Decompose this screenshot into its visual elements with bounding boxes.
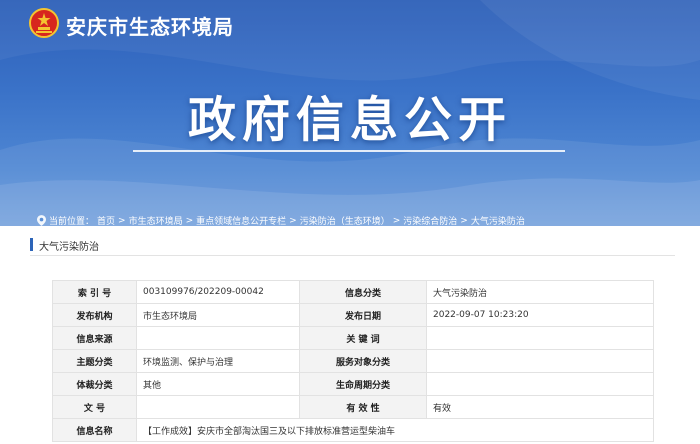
publisher-label: 发布机构 bbox=[52, 303, 137, 327]
publisher-value: 市生态环境局 bbox=[136, 303, 300, 327]
breadcrumb-prefix: 当前位置： bbox=[49, 217, 95, 227]
keywords-value bbox=[426, 326, 654, 350]
breadcrumb-separator: > bbox=[118, 215, 126, 226]
table-row: 发布机构 市生态环境局 发布日期 2022-09-07 10:23:20 bbox=[52, 303, 654, 327]
table-row: 主题分类 环境监测、保护与治理 服务对象分类 bbox=[52, 349, 654, 373]
publish-date-value: 2022-09-07 10:23:20 bbox=[426, 303, 654, 327]
info-source-value bbox=[136, 326, 300, 350]
index-number-value: 003109976/202209-00042 bbox=[136, 280, 300, 304]
table-row: 体裁分类 其他 生命周期分类 bbox=[52, 372, 654, 396]
banner-divider bbox=[133, 150, 565, 152]
column-title: 大气污染防治 bbox=[39, 242, 99, 253]
breadcrumb-comprehensive-control[interactable]: 污染综合防治 bbox=[403, 214, 457, 227]
info-name-value: 【工作成效】安庆市全部淘汰国三及以下排放标准营运型柴油车 bbox=[136, 418, 654, 442]
breadcrumb-separator: > bbox=[460, 215, 468, 226]
topic-category-value: 环境监测、保护与治理 bbox=[136, 349, 300, 373]
breadcrumb-separator: > bbox=[289, 215, 297, 226]
site-name[interactable]: 安庆市生态环境局 bbox=[66, 11, 234, 40]
genre-category-label: 体裁分类 bbox=[52, 372, 137, 396]
table-row: 文 号 有 效 性 有效 bbox=[52, 395, 654, 419]
breadcrumb-separator: > bbox=[392, 215, 401, 226]
column-header: 大气污染防治 bbox=[30, 233, 675, 256]
info-name-label: 信息名称 bbox=[52, 418, 137, 442]
breadcrumb-home[interactable]: 首页 bbox=[97, 214, 115, 227]
breadcrumb-current[interactable]: 大气污染防治 bbox=[471, 214, 525, 227]
keywords-label: 关 键 词 bbox=[299, 326, 427, 350]
info-category-value: 大气污染防治 bbox=[426, 280, 654, 304]
index-number-label: 索 引 号 bbox=[52, 280, 137, 304]
table-row: 索 引 号 003109976/202209-00042 信息分类 大气污染防治 bbox=[52, 280, 654, 304]
topic-category-label: 主题分类 bbox=[52, 349, 137, 373]
lifecycle-category-label: 生命周期分类 bbox=[299, 372, 427, 396]
banner-title: 政府信息公开 bbox=[187, 92, 512, 148]
info-category-label: 信息分类 bbox=[299, 280, 427, 304]
column-accent-bar bbox=[30, 238, 33, 251]
national-emblem-icon bbox=[29, 8, 59, 38]
lifecycle-category-value bbox=[426, 372, 654, 396]
document-number-label: 文 号 bbox=[52, 395, 137, 419]
breadcrumb-bureau[interactable]: 市生态环境局 bbox=[129, 214, 183, 227]
table-row: 信息名称 【工作成效】安庆市全部淘汰国三及以下排放标准营运型柴油车 bbox=[52, 418, 654, 442]
validity-label: 有 效 性 bbox=[299, 395, 427, 419]
genre-category-value: 其他 bbox=[136, 372, 300, 396]
service-target-label: 服务对象分类 bbox=[299, 349, 427, 373]
page-banner: 安庆市生态环境局 政府信息公开 bbox=[0, 0, 700, 226]
breadcrumb-separator: > bbox=[185, 215, 194, 226]
validity-value: 有效 bbox=[426, 395, 654, 419]
document-number-value bbox=[136, 395, 300, 419]
location-pin-icon bbox=[37, 215, 46, 226]
breadcrumb: 当前位置： 首页 > 市生态环境局 > 重点领域信息公开专栏 > 污染防治（生态… bbox=[37, 214, 525, 227]
publish-date-label: 发布日期 bbox=[299, 303, 427, 327]
info-table: 索 引 号 003109976/202209-00042 信息分类 大气污染防治… bbox=[52, 280, 654, 442]
table-row: 信息来源 关 键 词 bbox=[52, 326, 654, 350]
info-source-label: 信息来源 bbox=[52, 326, 137, 350]
breadcrumb-key-areas[interactable]: 重点领域信息公开专栏 bbox=[196, 214, 286, 227]
service-target-value bbox=[426, 349, 654, 373]
breadcrumb-pollution-control[interactable]: 污染防治（生态环境） bbox=[300, 214, 390, 227]
